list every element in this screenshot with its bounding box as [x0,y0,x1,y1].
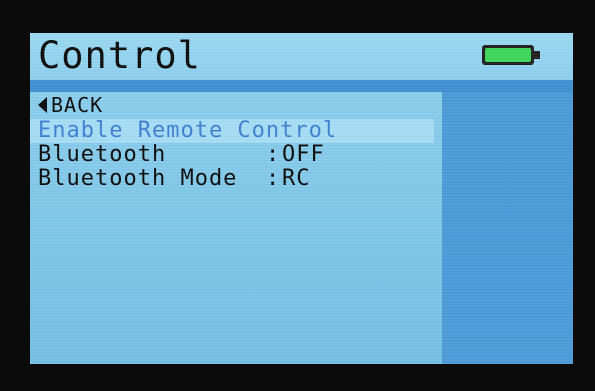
battery-full-icon [482,45,540,65]
back-label: BACK [51,93,104,117]
menu-item-bluetooth-mode[interactable]: Bluetooth Mode : RC [38,167,442,191]
menu-item-value: RC [282,166,311,191]
device-screen: Control BACK Enable Remote Control Bluet… [30,33,573,364]
menu-item-label: Bluetooth [38,142,167,167]
back-arrow-icon [38,97,47,113]
page-title: Control [38,34,201,77]
menu-item-label: Enable Remote Control [38,118,338,143]
title-bar: Control [30,33,573,80]
back-button[interactable]: BACK [38,91,442,119]
menu-item-separator: : [266,142,281,167]
menu-item-value: OFF [282,142,325,167]
menu-item-bluetooth[interactable]: Bluetooth : OFF [38,143,442,167]
menu-item-separator: : [266,166,281,191]
side-panel [442,92,573,364]
menu-item-label: Bluetooth Mode [38,166,238,191]
menu-list: BACK Enable Remote Control Bluetooth : O… [30,91,442,191]
menu-item-enable-remote-control[interactable]: Enable Remote Control [30,119,434,143]
